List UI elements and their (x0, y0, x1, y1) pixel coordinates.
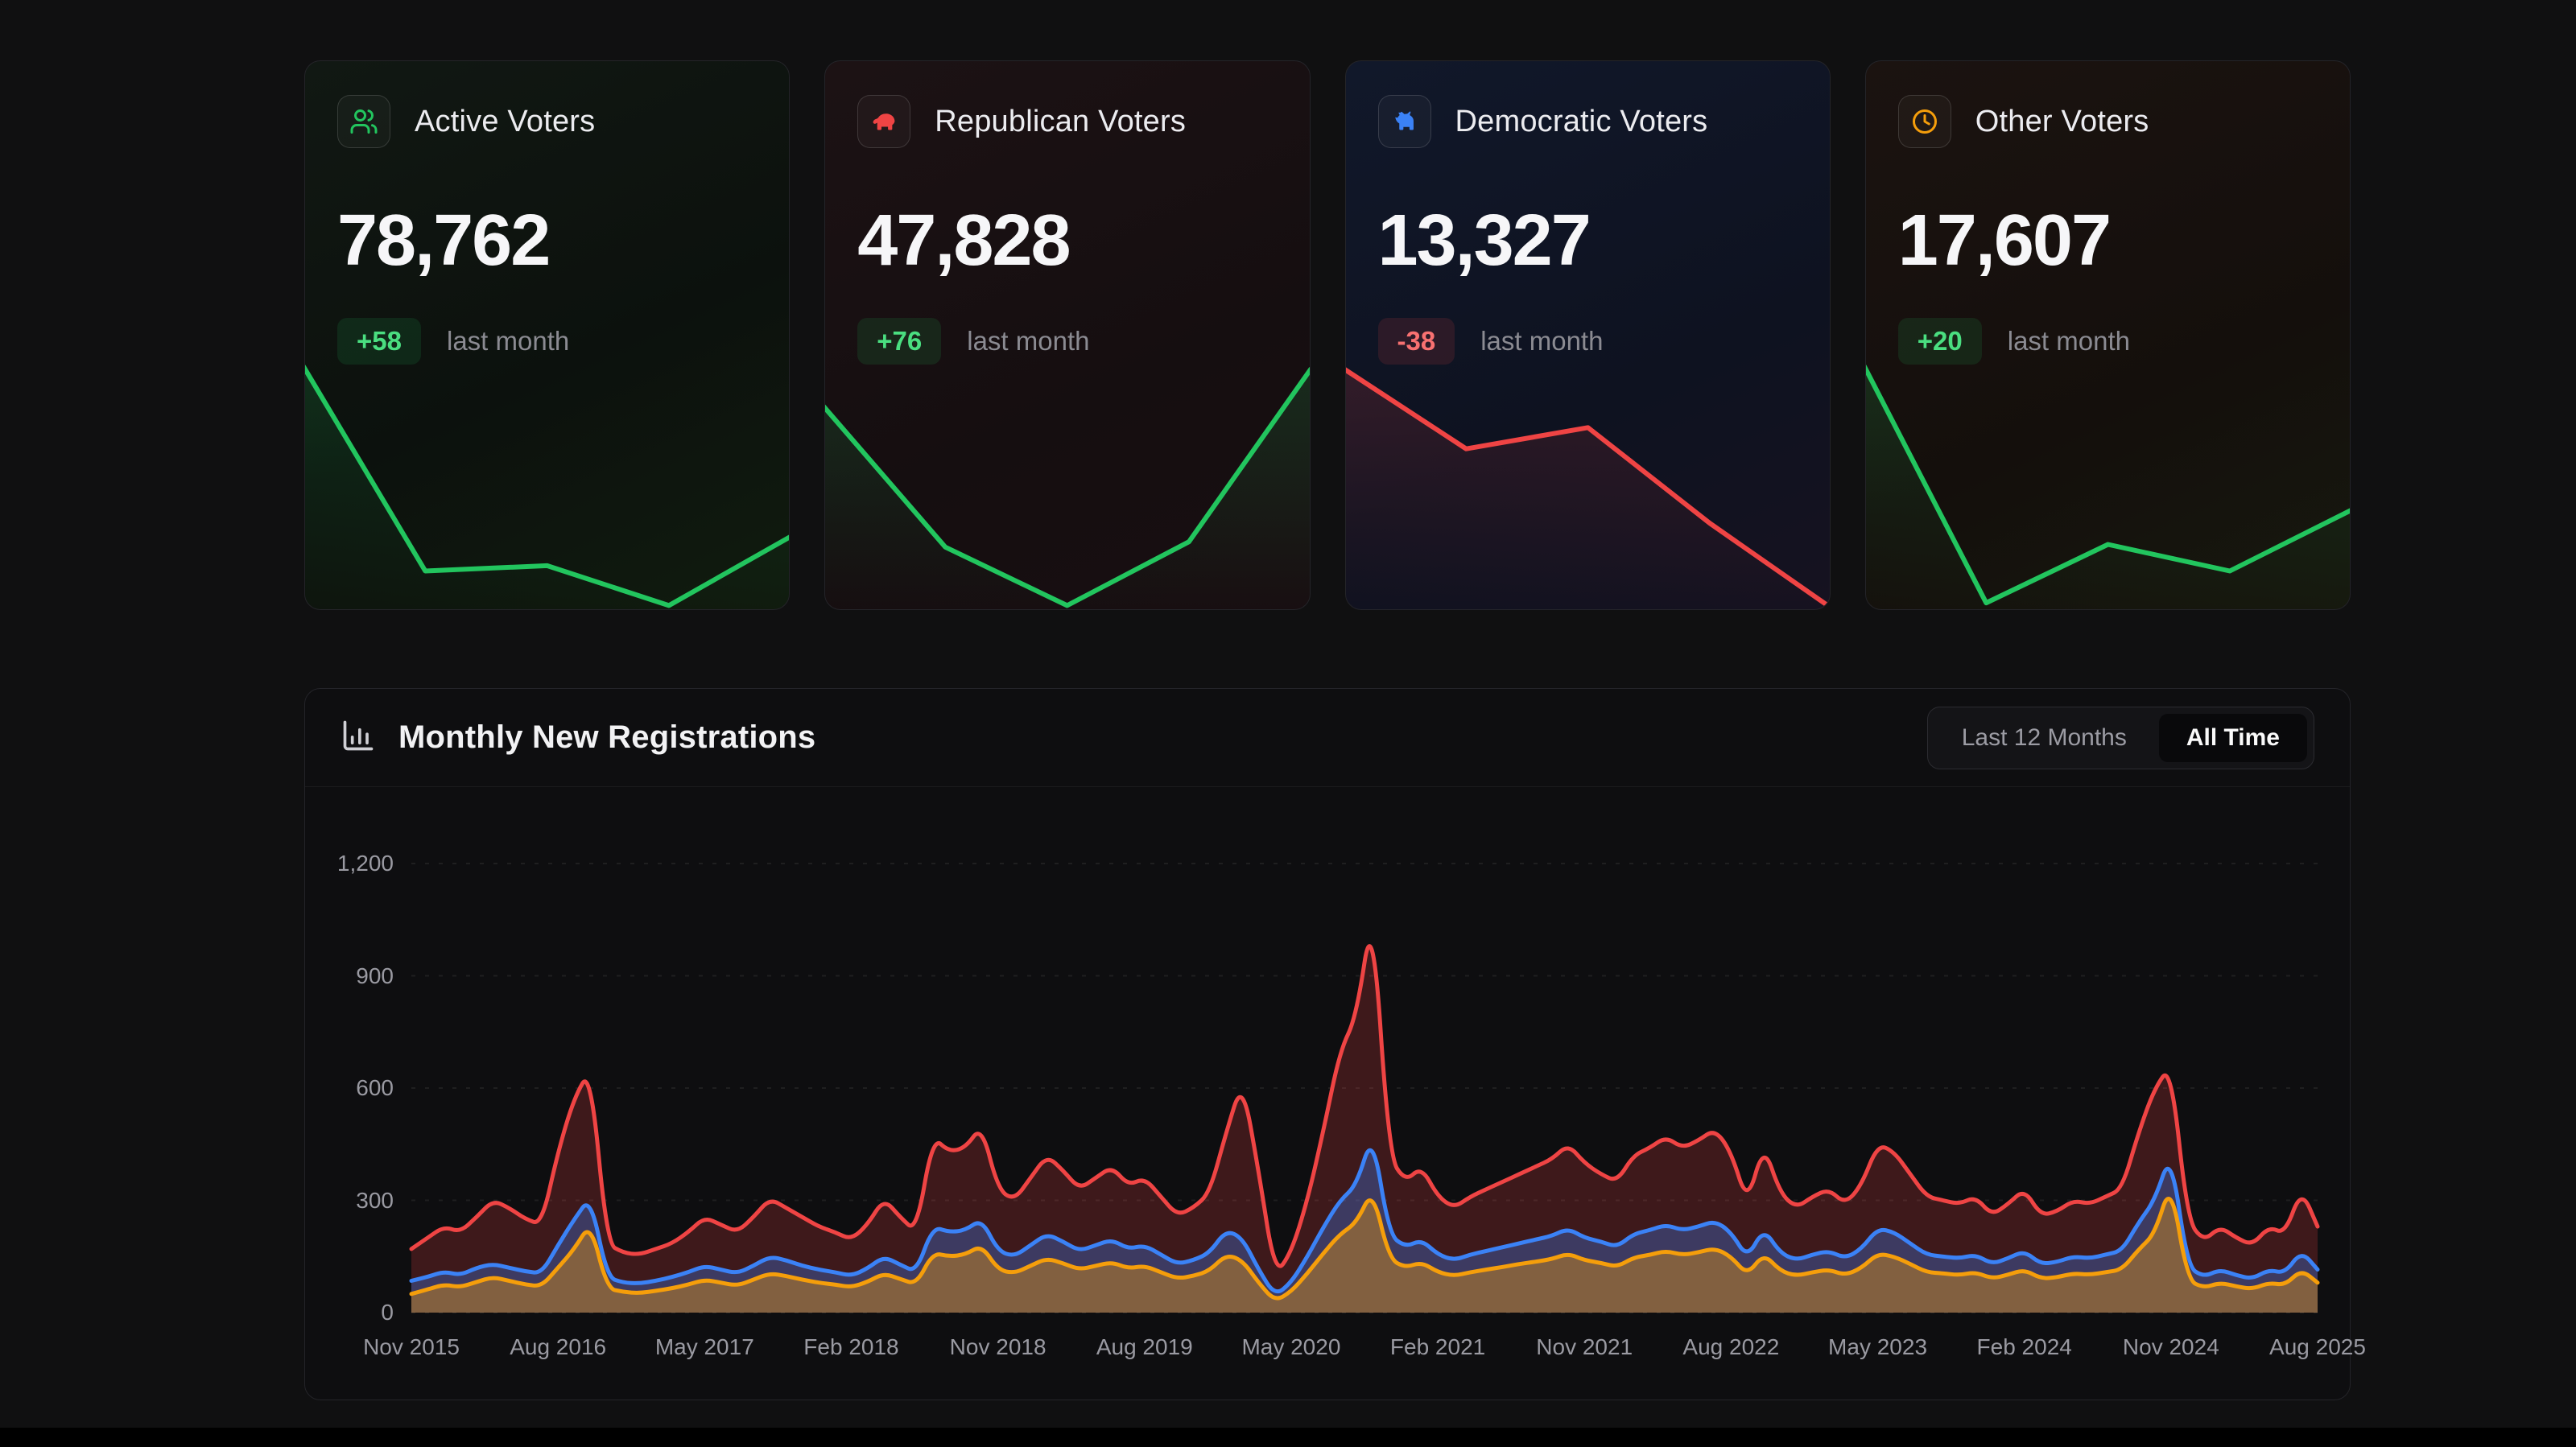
x-tick-label: Feb 2018 (803, 1334, 898, 1360)
dashboard-content: Active Voters 78,762 +58 last month Repu… (304, 60, 2351, 1400)
stat-card-active-voters: Active Voters 78,762 +58 last month (304, 60, 790, 610)
sparkline-active-voters (304, 345, 790, 610)
registrations-chart-svg (411, 864, 2318, 1313)
stat-value: 13,327 (1378, 200, 1798, 282)
toggle-all-time[interactable]: All Time (2159, 714, 2307, 762)
sparkline-other-voters (1865, 345, 2351, 610)
bar-chart-icon (341, 718, 376, 757)
y-tick-label: 0 (381, 1300, 394, 1325)
registrations-chart-card: Monthly New Registrations Last 12 Months… (304, 688, 2351, 1400)
chart-title: Monthly New Registrations (398, 719, 815, 756)
y-tick-label: 600 (356, 1075, 394, 1101)
x-tick-label: Aug 2016 (510, 1334, 606, 1360)
card-header: Active Voters (337, 95, 757, 148)
x-tick-label: Aug 2022 (1682, 1334, 1779, 1360)
x-tick-label: Nov 2018 (950, 1334, 1046, 1360)
users-icon (337, 95, 390, 148)
x-tick-label: May 2017 (655, 1334, 754, 1360)
x-tick-label: Nov 2024 (2123, 1334, 2219, 1360)
y-tick-label: 1,200 (337, 851, 394, 876)
chart-title-wrap: Monthly New Registrations (341, 718, 815, 757)
range-toggle: Last 12 Months All Time (1927, 707, 2314, 769)
stat-value: 78,762 (337, 200, 757, 282)
elephant-icon (857, 95, 910, 148)
clock-icon (1898, 95, 1951, 148)
bottom-strip (0, 1428, 2576, 1447)
x-tick-label: Nov 2021 (1536, 1334, 1633, 1360)
chart-header: Monthly New Registrations Last 12 Months… (305, 689, 2350, 787)
card-title: Republican Voters (935, 105, 1186, 139)
x-tick-label: Aug 2019 (1096, 1334, 1193, 1360)
donkey-icon (1378, 95, 1431, 148)
x-tick-label: May 2023 (1828, 1334, 1927, 1360)
x-axis-labels: Nov 2015Aug 2016May 2017Feb 2018Nov 2018… (411, 1334, 2318, 1371)
card-header: Republican Voters (857, 95, 1277, 148)
stat-value: 17,607 (1898, 200, 2318, 282)
x-tick-label: Feb 2021 (1390, 1334, 1485, 1360)
x-tick-label: Nov 2015 (363, 1334, 460, 1360)
card-title: Other Voters (1975, 105, 2149, 139)
sparkline-democratic-voters (1345, 345, 1831, 610)
stat-value: 47,828 (857, 200, 1277, 282)
card-title: Democratic Voters (1455, 105, 1708, 139)
x-tick-label: Feb 2024 (1977, 1334, 2072, 1360)
card-title: Active Voters (415, 105, 595, 139)
x-tick-label: May 2020 (1241, 1334, 1340, 1360)
stat-cards-row: Active Voters 78,762 +58 last month Repu… (304, 60, 2351, 610)
stat-card-other-voters: Other Voters 17,607 +20 last month (1865, 60, 2351, 610)
toggle-last-12-months[interactable]: Last 12 Months (1934, 714, 2154, 762)
stat-card-democratic-voters: Democratic Voters 13,327 -38 last month (1345, 60, 1831, 610)
y-tick-label: 900 (356, 963, 394, 989)
stat-card-republican-voters: Republican Voters 47,828 +76 last month (824, 60, 1310, 610)
y-axis-labels: 03006009001,200 (305, 864, 394, 1313)
card-header: Other Voters (1898, 95, 2318, 148)
sparkline-republican-voters (824, 345, 1310, 610)
y-tick-label: 300 (356, 1188, 394, 1214)
card-header: Democratic Voters (1378, 95, 1798, 148)
x-tick-label: Aug 2025 (2269, 1334, 2366, 1360)
